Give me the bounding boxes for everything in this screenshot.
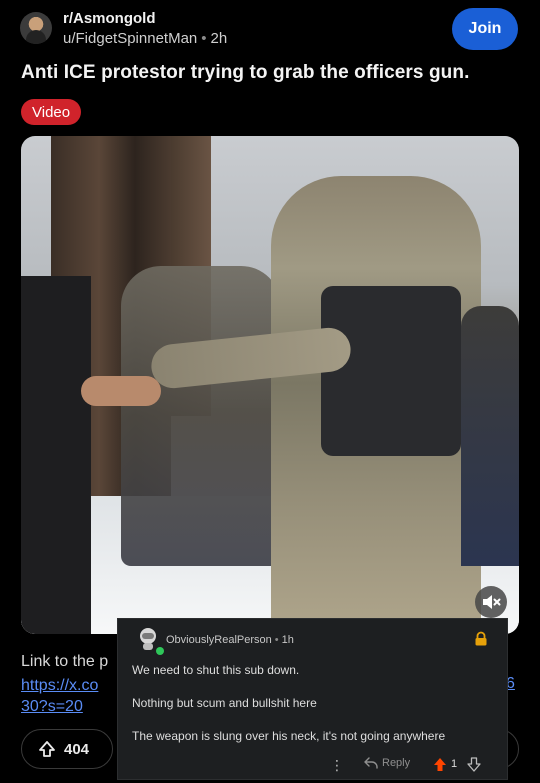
comment-age: 1h: [281, 634, 294, 646]
arrow-up-icon[interactable]: [38, 740, 56, 758]
comment-line: Nothing but scum and bullshit here: [132, 696, 317, 710]
reply-button[interactable]: Reply: [364, 757, 410, 769]
comment-score: 1: [451, 758, 458, 770]
video-player[interactable]: [21, 136, 519, 634]
post-age: 2h: [210, 30, 228, 47]
mute-button[interactable]: [475, 586, 507, 618]
online-status-dot: [156, 647, 164, 655]
author-username[interactable]: u/FidgetSpinnetMan: [63, 30, 197, 47]
comment-author[interactable]: ObviouslyRealPerson: [166, 634, 272, 646]
vote-pill: 404: [21, 729, 113, 769]
video-frame-vest: [321, 286, 461, 456]
post-link[interactable]: https://x.co 30?s=20: [21, 675, 98, 717]
post-link-line1[interactable]: https://x.co: [21, 675, 98, 696]
post-title[interactable]: Anti ICE protestor trying to grab the of…: [21, 62, 521, 84]
post-body-text: Link to the p: [21, 653, 109, 670]
arrow-down-icon[interactable]: [467, 757, 481, 772]
comment-line: The weapon is slung over his neck, it's …: [132, 729, 446, 743]
reply-label: Reply: [382, 757, 411, 769]
post-meta: u/FidgetSpinnetMan • 2h: [63, 30, 227, 47]
post-flair[interactable]: Video: [21, 99, 82, 125]
subreddit-name[interactable]: r/Asmongold: [63, 10, 156, 27]
video-frame-crowd: [121, 266, 281, 566]
subreddit-avatar[interactable]: [20, 12, 52, 44]
video-frame-bystander: [461, 306, 519, 566]
video-frame-hand: [81, 376, 161, 406]
join-button[interactable]: Join: [452, 8, 518, 50]
lock-icon: [475, 631, 487, 646]
comment-meta: ObviouslyRealPerson • 1h: [166, 634, 294, 646]
more-vertical-icon[interactable]: ⋮: [330, 757, 344, 774]
post-link-line2[interactable]: 30?s=20: [21, 696, 98, 717]
upvote-count: 404: [64, 740, 90, 758]
comment-meta-separator: •: [274, 634, 279, 646]
comment-card: ObviouslyRealPerson • 1h We need to shut t…: [117, 618, 508, 780]
speaker-muted-icon: [483, 595, 501, 609]
video-frame-protester: [21, 276, 91, 634]
comment-line: We need to shut this sub down.: [132, 663, 300, 677]
commenter-avatar[interactable]: [137, 627, 159, 651]
meta-separator: •: [201, 30, 207, 47]
arrow-up-icon[interactable]: [433, 757, 447, 772]
reply-icon: [364, 757, 378, 769]
